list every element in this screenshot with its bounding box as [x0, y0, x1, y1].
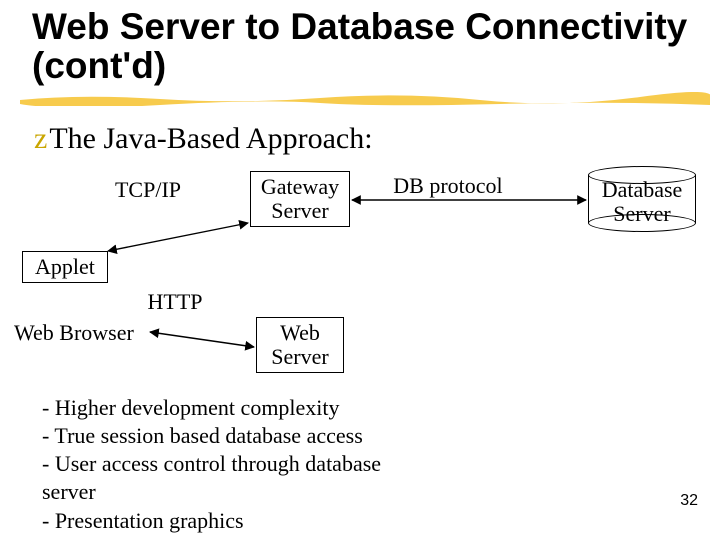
label-tcpip: TCP/IP	[108, 178, 188, 202]
subheading-text: The Java-Based Approach:	[49, 122, 372, 155]
cylinder-database-server: Database Server	[588, 166, 696, 232]
bullet-item: - Higher development complexity	[42, 394, 462, 422]
bullet-icon: z	[34, 122, 47, 155]
page-number: 32	[680, 492, 698, 510]
box-applet: Applet	[22, 251, 108, 283]
slide-title: Web Server to Database Connectivity (con…	[32, 8, 720, 86]
bullet-item: - User access control through database	[42, 450, 462, 478]
bullet-item: - True session based database access	[42, 422, 462, 450]
box-web-server: Web Server	[256, 317, 344, 373]
label-web-browser: Web Browser	[14, 321, 154, 345]
label-http: HTTP	[140, 290, 210, 314]
title-underline-highlight	[20, 92, 710, 106]
bullet-list: - Higher development complexity - True s…	[42, 394, 462, 535]
bullet-item: server	[42, 478, 462, 506]
box-gateway-server: Gateway Server	[250, 171, 350, 227]
slide: Web Server to Database Connectivity (con…	[0, 0, 720, 540]
label-db-protocol: DB protocol	[378, 174, 518, 198]
subheading: zThe Java-Based Approach:	[34, 122, 373, 156]
bullet-item: - Presentation graphics	[42, 507, 462, 535]
